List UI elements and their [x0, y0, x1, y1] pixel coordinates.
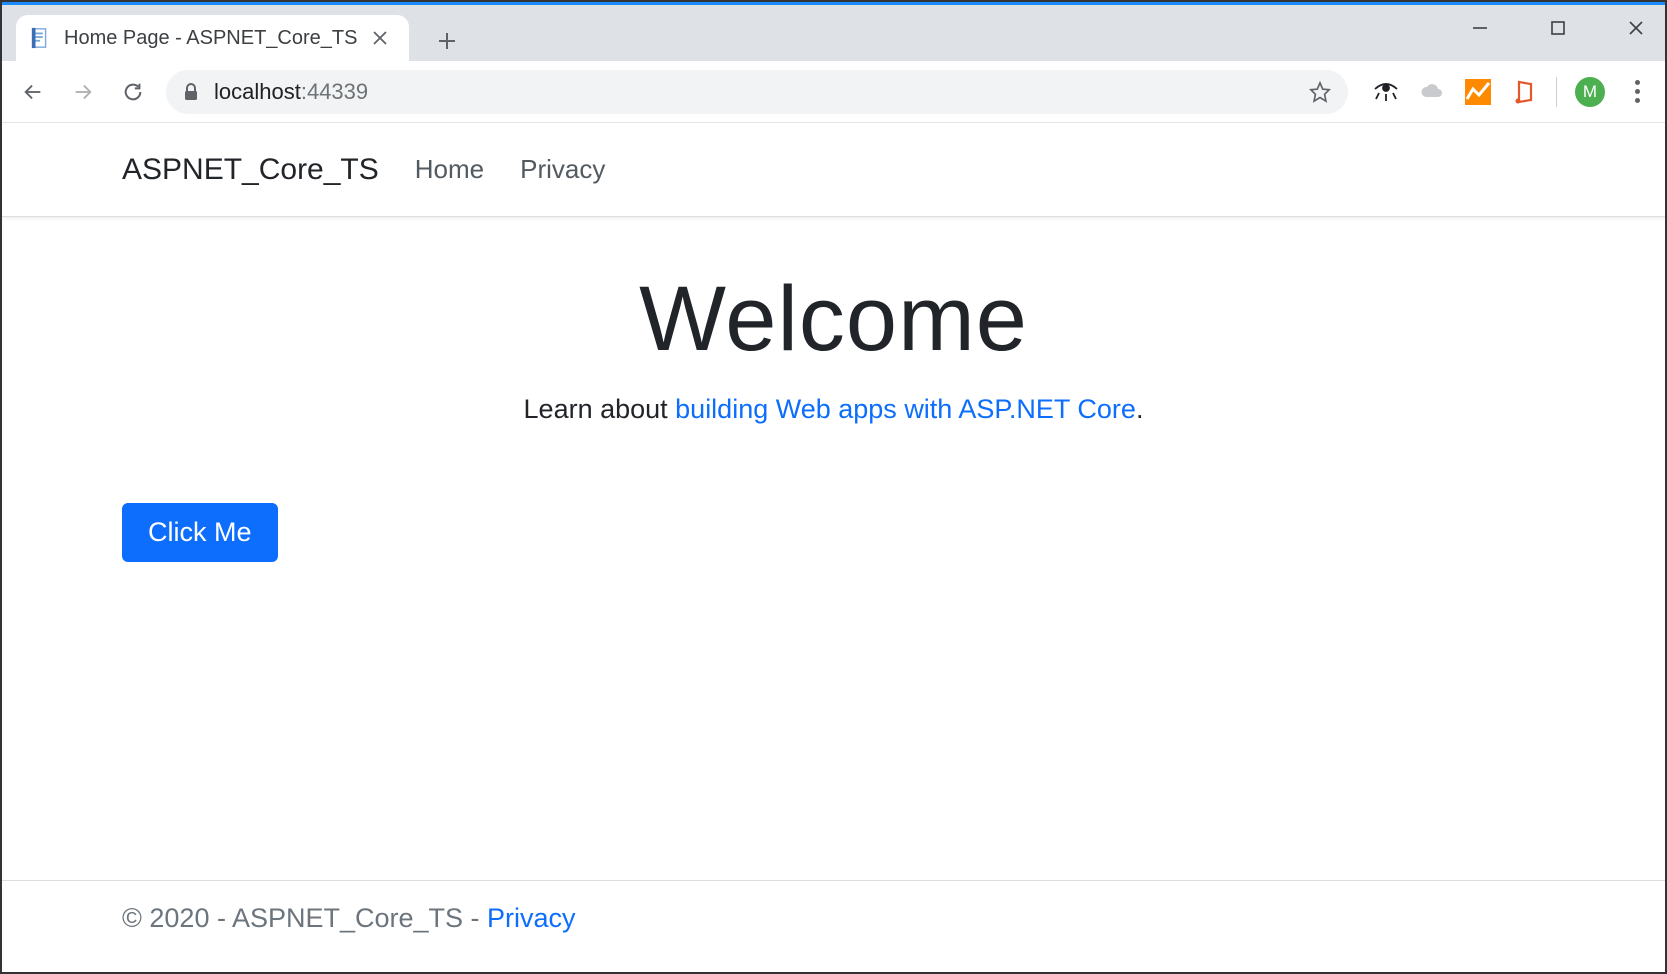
address-bar[interactable]: localhost:44339 — [166, 70, 1348, 114]
hero-lead-suffix: . — [1136, 394, 1144, 424]
site-footer: © 2020 - ASPNET_Core_TS - Privacy — [2, 880, 1665, 972]
window-maximize-icon[interactable] — [1539, 13, 1577, 43]
extension-eye-icon[interactable] — [1372, 78, 1400, 106]
extension-analytics-icon[interactable] — [1464, 78, 1492, 106]
brand-label[interactable]: ASPNET_Core_TS — [122, 153, 379, 187]
nav-link-home[interactable]: Home — [415, 154, 484, 185]
extensions-group: M — [1372, 77, 1651, 107]
hero-heading: Welcome — [2, 267, 1665, 372]
window-close-icon[interactable] — [1617, 13, 1655, 43]
bookmark-star-icon[interactable] — [1308, 80, 1332, 104]
tab-favicon-icon — [30, 27, 52, 49]
tab-strip: Home Page - ASPNET_Core_TS — [2, 5, 1665, 61]
hero-section: Welcome Learn about building Web apps wi… — [2, 217, 1665, 425]
url-text: localhost:44339 — [214, 79, 368, 105]
browser-menu-icon[interactable] — [1623, 80, 1651, 103]
browser-chrome: Home Page - ASPNET_Core_TS — [2, 2, 1665, 123]
forward-button[interactable] — [66, 75, 100, 109]
new-tab-button[interactable] — [427, 21, 467, 61]
window-controls — [1461, 13, 1655, 43]
browser-toolbar: localhost:44339 M — [2, 61, 1665, 123]
extension-office-icon[interactable] — [1510, 78, 1538, 106]
url-host: localhost — [214, 79, 301, 104]
back-button[interactable] — [16, 75, 50, 109]
url-port: :44339 — [301, 79, 368, 104]
tab-close-icon[interactable] — [369, 27, 391, 49]
hero-lead-link[interactable]: building Web apps with ASP.NET Core — [675, 394, 1136, 424]
nav-link-privacy[interactable]: Privacy — [520, 154, 605, 185]
reload-button[interactable] — [116, 75, 150, 109]
window-minimize-icon[interactable] — [1461, 13, 1499, 43]
profile-avatar[interactable]: M — [1575, 77, 1605, 107]
page-content: ASPNET_Core_TS Home Privacy Welcome Lear… — [2, 123, 1665, 972]
hero-lead-prefix: Learn about — [524, 394, 676, 424]
extension-cloud-icon[interactable] — [1418, 78, 1446, 106]
site-navbar: ASPNET_Core_TS Home Privacy — [2, 123, 1665, 217]
tab-title: Home Page - ASPNET_Core_TS — [64, 27, 357, 50]
footer-text: © 2020 - ASPNET_Core_TS - — [122, 903, 487, 933]
click-me-button[interactable]: Click Me — [122, 503, 278, 562]
lock-icon — [182, 83, 200, 101]
footer-privacy-link[interactable]: Privacy — [487, 903, 576, 933]
button-row: Click Me — [2, 425, 1665, 562]
hero-lead: Learn about building Web apps with ASP.N… — [2, 394, 1665, 425]
toolbar-divider — [1556, 77, 1557, 107]
profile-letter: M — [1583, 82, 1597, 102]
browser-tab[interactable]: Home Page - ASPNET_Core_TS — [16, 15, 409, 61]
